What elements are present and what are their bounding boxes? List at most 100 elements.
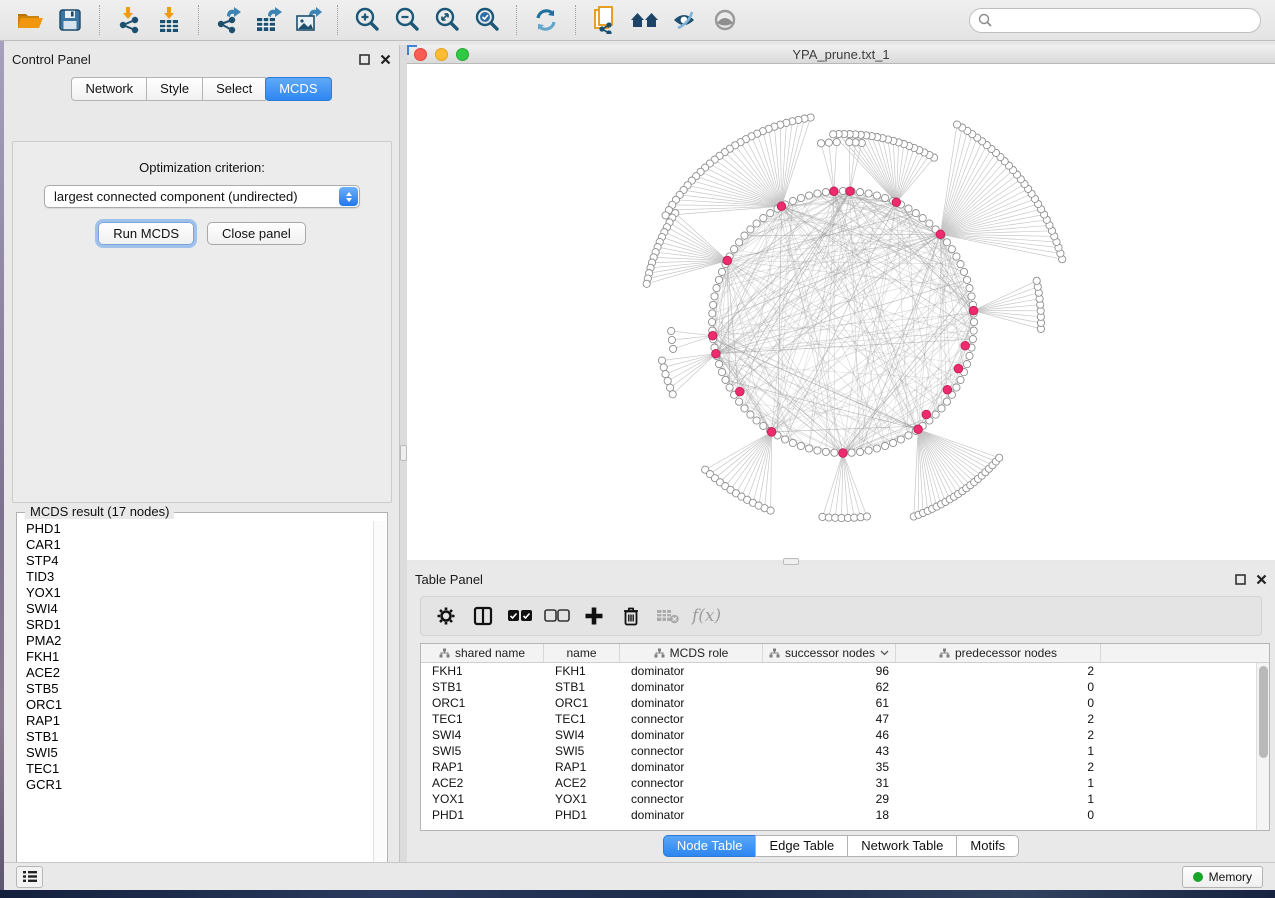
import-table-button[interactable] [153,4,185,36]
table-cell[interactable]: 35 [763,759,896,775]
graph-mcds-node[interactable] [736,387,745,396]
mcds-result-item[interactable]: STP4 [18,553,370,569]
graph-mcds-node[interactable] [708,331,717,340]
table-cell[interactable]: 47 [763,711,896,727]
first-neighbors-button[interactable] [629,4,661,36]
table-cell[interactable]: FKH1 [544,663,620,679]
mcds-result-item[interactable]: TEC1 [18,761,370,777]
tab-select[interactable]: Select [202,77,266,101]
close-panel-icon[interactable] [1256,574,1267,585]
mcds-result-item[interactable]: STB1 [18,729,370,745]
graph-node[interactable] [919,215,926,222]
table-cell[interactable]: FKH1 [421,663,544,679]
table-cell[interactable]: dominator [620,759,763,775]
graph-mcds-node[interactable] [922,410,931,419]
network-window-titlebar[interactable]: YPA_prune.txt_1 [407,45,1275,64]
graph-node[interactable] [1033,277,1040,284]
tab-motifs[interactable]: Motifs [956,835,1019,857]
table-cell[interactable]: 2 [896,711,1101,727]
graph-node[interactable] [668,336,675,343]
graph-node[interactable] [943,398,950,405]
column-header-shared-name[interactable]: shared name [421,644,544,662]
table-cell[interactable]: SWI5 [544,743,620,759]
hide-selected-button[interactable] [669,4,701,36]
mcds-result-item[interactable]: SWI4 [18,601,370,617]
graph-node[interactable] [822,448,829,455]
graph-node[interactable] [814,190,821,197]
open-file-button[interactable] [14,4,46,36]
mcds-result-item[interactable]: GCR1 [18,777,370,793]
table-cell[interactable]: ORC1 [544,695,620,711]
graph-node[interactable] [668,327,675,334]
table-cell[interactable]: 96 [763,663,896,679]
mcds-result-item[interactable]: FKH1 [18,649,370,665]
table-cell[interactable]: 29 [763,791,896,807]
graph-node[interactable] [753,417,760,424]
graph-node[interactable] [806,445,813,452]
graph-node[interactable] [711,293,718,300]
criterion-select[interactable]: largest connected component (undirected) [44,185,360,208]
graph-node[interactable] [890,439,897,446]
vertical-splitter[interactable] [400,45,407,862]
graph-node[interactable] [943,239,950,246]
zoom-selected-button[interactable] [471,4,503,36]
graph-node[interactable] [905,205,912,212]
graph-mcds-node[interactable] [961,341,970,350]
new-network-from-selection-button[interactable] [589,4,621,36]
graph-node[interactable] [865,190,872,197]
graph-node[interactable] [753,220,760,227]
table-cell[interactable]: connector [620,791,763,807]
graph-mcds-node[interactable] [712,349,721,358]
table-cell[interactable]: 2 [896,759,1101,775]
show-all-button[interactable] [709,4,741,36]
table-cell[interactable]: RAP1 [544,759,620,775]
task-history-button[interactable] [16,866,43,888]
graph-node[interactable] [767,507,774,514]
column-header-MCDS-role[interactable]: MCDS role [620,644,763,662]
graph-node[interactable] [882,194,889,201]
table-cell[interactable]: dominator [620,807,763,823]
graph-node[interactable] [660,364,667,371]
graph-node[interactable] [969,336,976,343]
graph-node[interactable] [789,197,796,204]
deselect-all-button[interactable] [542,601,572,631]
import-network-button[interactable] [113,4,145,36]
table-cell[interactable]: ACE2 [421,775,544,791]
float-panel-icon[interactable] [359,54,370,65]
close-panel-icon[interactable] [380,54,391,65]
function-builder-button[interactable]: f(x) [692,606,721,626]
tab-edge-table[interactable]: Edge Table [755,835,848,857]
graph-node[interactable] [789,439,796,446]
graph-node[interactable] [643,280,650,287]
table-cell[interactable]: SWI4 [421,727,544,743]
network-canvas[interactable] [407,64,1275,559]
table-cell[interactable]: SWI5 [421,743,544,759]
graph-mcds-node[interactable] [846,187,855,196]
table-cell[interactable]: PHD1 [421,807,544,823]
graph-node[interactable] [736,398,743,405]
tab-network-table[interactable]: Network Table [847,835,957,857]
table-options-button[interactable] [431,601,461,631]
graph-node[interactable] [857,189,864,196]
delete-button[interactable] [616,601,646,631]
run-mcds-button[interactable]: Run MCDS [98,222,194,245]
graph-node[interactable] [966,352,973,359]
graph-node[interactable] [713,285,720,292]
graph-node[interactable] [953,253,960,260]
table-cell[interactable]: SWI4 [544,727,620,743]
mcds-result-item[interactable]: RAP1 [18,713,370,729]
graph-node[interactable] [957,261,964,268]
close-panel-button[interactable]: Close panel [207,222,306,245]
graph-node[interactable] [722,376,729,383]
graph-node[interactable] [966,285,973,292]
table-cell[interactable]: ORC1 [421,695,544,711]
graph-mcds-node[interactable] [943,386,952,395]
table-cell[interactable]: dominator [620,727,763,743]
graph-node[interactable] [767,210,774,217]
graph-node[interactable] [662,371,669,378]
graph-node[interactable] [709,310,716,317]
mcds-result-item[interactable]: PMA2 [18,633,370,649]
graph-node[interactable] [731,246,738,253]
graph-node[interactable] [806,192,813,199]
graph-node[interactable] [938,405,945,412]
